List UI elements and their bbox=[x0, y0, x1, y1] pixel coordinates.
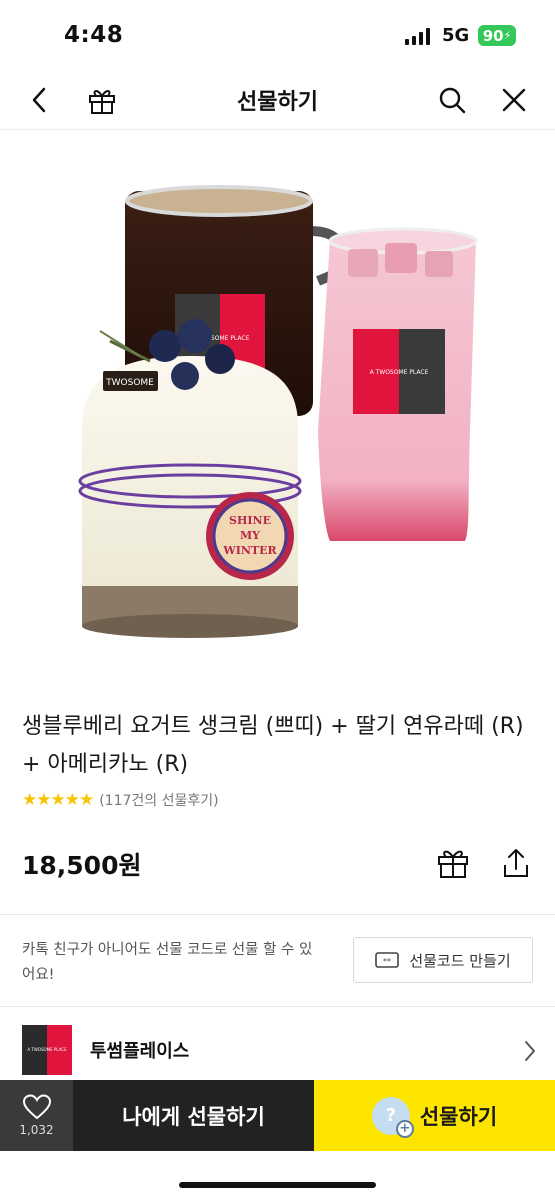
rating[interactable]: ★★★★★ (117건의 선물후기) bbox=[22, 790, 219, 810]
product-price: 18,500원 bbox=[22, 851, 142, 880]
create-gift-code-label: 선물코드 만들기 bbox=[409, 951, 511, 970]
ticket-icon: ** bbox=[375, 952, 400, 968]
gift-box-icon bbox=[438, 850, 468, 878]
brand-name: 투썸플레이스 bbox=[90, 1041, 190, 1062]
product-image: A TWOSOME PLACE A TWOSOME PLACE TWOSOME … bbox=[0, 131, 555, 676]
brand-row[interactable]: A TWOSOME PLACE 투썸플레이스 bbox=[22, 1025, 537, 1077]
bottom-action-bar: 1,032 나에게 선물하기 ? + 선물하기 bbox=[0, 1080, 555, 1151]
battery-icon: 90 ⚡ bbox=[478, 25, 516, 46]
status-bar: 4:48 5G 90 ⚡ bbox=[0, 0, 555, 70]
like-button[interactable]: 1,032 bbox=[0, 1080, 73, 1151]
like-count: 1,032 bbox=[19, 1123, 54, 1137]
gift-to-self-button[interactable]: 나에게 선물하기 bbox=[73, 1080, 314, 1151]
friend-add-icon: ? + bbox=[371, 1096, 414, 1138]
send-gift-label: 선물하기 bbox=[419, 1104, 498, 1129]
cake-tag-label: TWOSOME bbox=[105, 378, 154, 388]
status-time: 4:48 bbox=[64, 22, 124, 48]
friend-add-plus: + bbox=[395, 1119, 414, 1138]
share-icon bbox=[504, 849, 528, 877]
wish-gift-button[interactable] bbox=[433, 843, 473, 883]
heart-icon bbox=[22, 1094, 51, 1120]
product-illustration: A TWOSOME PLACE A TWOSOME PLACE TWOSOME … bbox=[78, 185, 478, 638]
network-label: 5G bbox=[442, 25, 470, 46]
glass-brand-label: A TWOSOME PLACE bbox=[370, 369, 429, 376]
review-count[interactable]: (117건의 선물후기) bbox=[99, 790, 218, 810]
close-icon bbox=[502, 88, 526, 112]
star-rating-icon: ★★★★★ bbox=[22, 790, 94, 810]
send-gift-button[interactable]: ? + 선물하기 bbox=[314, 1080, 555, 1151]
product-title: 생블루베리 요거트 생크림 (쁘띠) + 딸기 연유라떼 (R) + 아메리카노… bbox=[22, 714, 524, 777]
create-gift-code-button[interactable]: ** 선물코드 만들기 bbox=[353, 937, 533, 983]
gift-code-info: 카톡 친구가 아니어도 선물 코드로 선물 할 수 있어요! bbox=[22, 942, 313, 983]
header: 선물하기 bbox=[0, 70, 555, 130]
svg-text:**: ** bbox=[383, 957, 391, 966]
divider bbox=[0, 914, 555, 915]
badge-line-3: WINTER bbox=[222, 544, 277, 557]
badge-line-2: MY bbox=[240, 529, 260, 542]
badge-line-1: SHINE bbox=[229, 514, 271, 527]
brand-logo-text: A TWOSOME PLACE bbox=[27, 1047, 67, 1052]
chevron-right-icon bbox=[525, 1041, 535, 1061]
share-button[interactable] bbox=[496, 843, 536, 883]
signal-icon bbox=[405, 28, 430, 45]
home-indicator bbox=[0, 1151, 555, 1200]
brand-logo: A TWOSOME PLACE bbox=[22, 1025, 72, 1075]
battery-level: 90 bbox=[482, 26, 504, 45]
friend-add-glyph: ? bbox=[385, 1105, 397, 1126]
close-button[interactable] bbox=[494, 80, 534, 120]
divider bbox=[0, 1006, 555, 1007]
search-icon bbox=[439, 87, 466, 114]
search-button[interactable] bbox=[432, 80, 472, 120]
